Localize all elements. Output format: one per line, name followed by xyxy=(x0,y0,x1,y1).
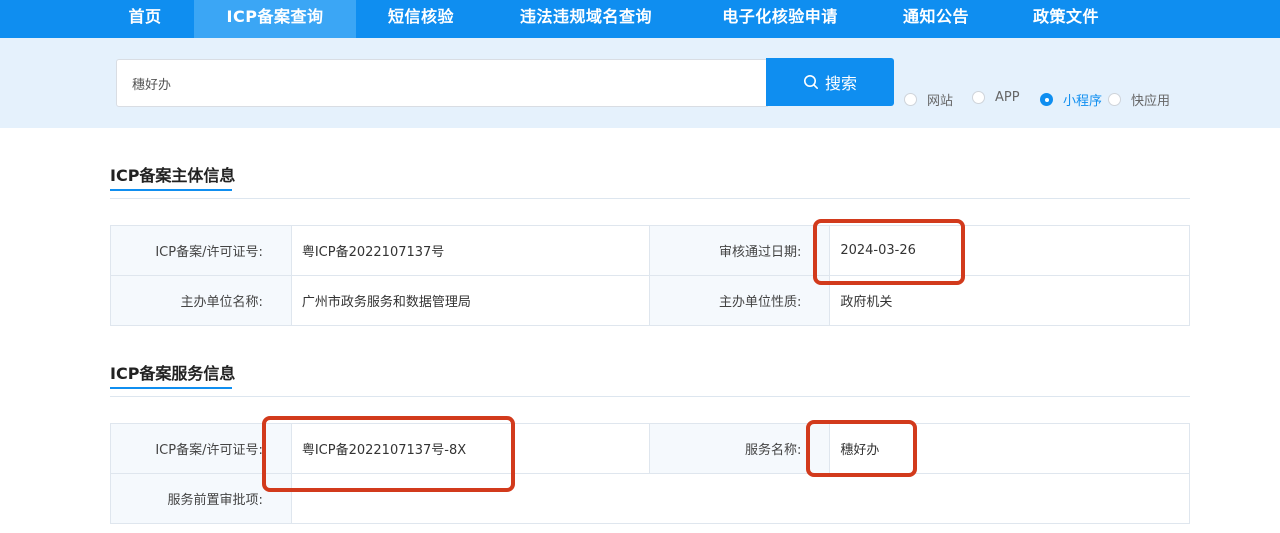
nav-item-policy-docs[interactable]: 政策文件 xyxy=(1016,0,1116,38)
table-row: ICP备案/许可证号: 粤ICP备2022107137号-8X 服务名称: 穗好… xyxy=(110,423,1190,474)
cell-label: ICP备案/许可证号: xyxy=(110,423,292,474)
radio-miniprogram[interactable]: 小程序 xyxy=(1040,90,1102,109)
subject-info-table: ICP备案/许可证号: 粤ICP备2022107137号 审核通过日期: 202… xyxy=(110,225,1190,326)
cell-label: 主办单位性质: xyxy=(648,275,831,326)
radio-label: 快应用 xyxy=(1131,94,1171,109)
nav-item-home[interactable]: 首页 xyxy=(105,0,185,38)
table-row: 主办单位名称: 广州市政务服务和数据管理局 主办单位性质: 政府机关 xyxy=(110,275,1190,326)
nav-item-notices[interactable]: 通知公告 xyxy=(886,0,986,38)
cell-label: ICP备案/许可证号: xyxy=(110,225,292,276)
cell-label: 服务名称: xyxy=(648,423,831,474)
radio-dot xyxy=(904,93,917,106)
cell-value: 政府机关 xyxy=(829,275,1190,326)
cell-label: 主办单位名称: xyxy=(110,275,292,326)
radio-dot xyxy=(1040,93,1053,106)
radio-quickapp[interactable]: 快应用 xyxy=(1108,90,1170,109)
search-input[interactable] xyxy=(116,59,768,107)
top-nav: 首页 ICP备案查询 短信核验 违法违规域名查询 电子化核验申请 通知公告 政策… xyxy=(0,0,1280,38)
radio-label: 小程序 xyxy=(1063,94,1103,109)
service-info-title: ICP备案服务信息 xyxy=(110,364,236,383)
service-info-table: ICP备案/许可证号: 粤ICP备2022107137号-8X 服务名称: 穗好… xyxy=(110,423,1191,524)
radio-dot xyxy=(972,91,985,104)
subject-info-title: ICP备案主体信息 xyxy=(110,166,236,185)
section-divider xyxy=(110,396,1190,397)
nav-item-sms-verify[interactable]: 短信核验 xyxy=(366,0,476,38)
table-row: 服务前置审批项: xyxy=(110,473,1191,524)
search-button[interactable]: 搜索 xyxy=(766,58,894,106)
nav-item-illegal-domain[interactable]: 违法违规域名查询 xyxy=(500,0,672,38)
cell-value xyxy=(290,473,1191,524)
radio-label: 网站 xyxy=(927,94,954,109)
search-icon xyxy=(803,75,818,89)
cell-value: 粤ICP备2022107137号 xyxy=(290,225,650,276)
radio-label: APP xyxy=(995,90,1020,105)
radio-app[interactable]: APP xyxy=(972,90,1020,105)
nav-item-icp-query[interactable]: ICP备案查询 xyxy=(194,0,356,38)
section-divider xyxy=(110,198,1190,199)
cell-label: 服务前置审批项: xyxy=(110,473,292,524)
cell-label: 审核通过日期: xyxy=(648,225,831,276)
search-band: 搜索 网站 APP 小程序 快应用 xyxy=(0,38,1280,128)
nav-item-e-verify-apply[interactable]: 电子化核验申请 xyxy=(704,0,856,38)
search-button-label: 搜索 xyxy=(824,74,857,93)
section-underline xyxy=(110,189,232,191)
table-row: ICP备案/许可证号: 粤ICP备2022107137号 审核通过日期: 202… xyxy=(110,225,1190,276)
radio-dot xyxy=(1108,93,1121,106)
cell-value: 穗好办 xyxy=(829,423,1190,474)
cell-value: 粤ICP备2022107137号-8X xyxy=(290,423,650,474)
cell-value: 广州市政务服务和数据管理局 xyxy=(290,275,650,326)
cell-value: 2024-03-26 xyxy=(829,225,1190,276)
radio-website[interactable]: 网站 xyxy=(904,90,953,109)
section-underline xyxy=(110,387,232,389)
